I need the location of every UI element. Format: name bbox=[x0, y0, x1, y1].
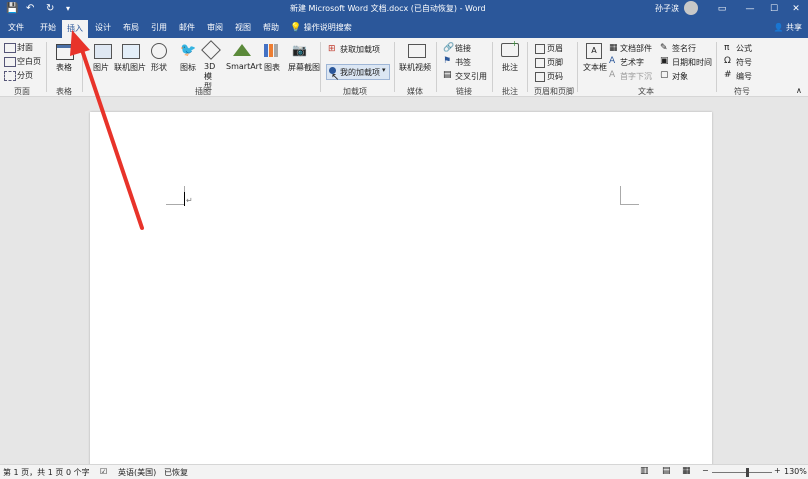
print-layout-icon[interactable]: ▤ bbox=[662, 466, 671, 476]
status-bar: 第 1 页，共 1 页 0 个字 ☑ 英语(美国) 已恢复 ▥ ▤ ▦ − + … bbox=[0, 464, 808, 479]
page-count[interactable]: 第 1 页，共 1 页 bbox=[3, 467, 63, 478]
word-count[interactable]: 0 个字 bbox=[66, 467, 90, 478]
zoom-in-button[interactable]: + bbox=[774, 466, 781, 475]
recovered-status: 已恢复 bbox=[164, 468, 188, 477]
zoom-level[interactable]: 130% bbox=[784, 467, 807, 476]
zoom-slider[interactable] bbox=[712, 472, 772, 473]
zoom-out-button[interactable]: − bbox=[702, 466, 709, 475]
zoom-slider-thumb[interactable] bbox=[745, 468, 749, 477]
language[interactable]: 英语(美国) bbox=[118, 467, 156, 478]
annotation-arrow bbox=[70, 30, 144, 230]
web-layout-icon[interactable]: ▦ bbox=[682, 466, 691, 476]
read-mode-icon[interactable]: ▥ bbox=[640, 466, 649, 476]
proofing-icon[interactable]: ☑ bbox=[100, 467, 107, 476]
